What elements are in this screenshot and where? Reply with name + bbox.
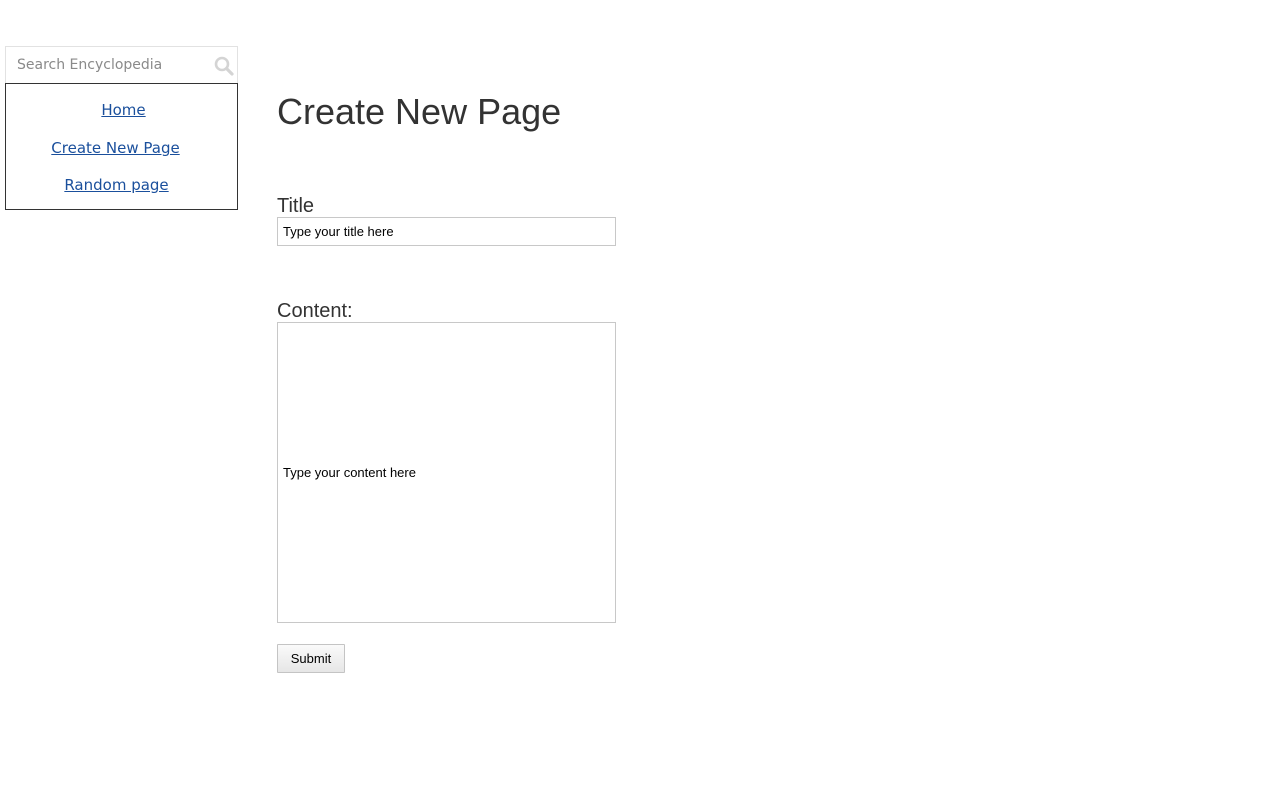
content-text: Type your content here (283, 465, 416, 480)
title-label: Title (277, 195, 315, 217)
search-icon[interactable] (213, 56, 235, 76)
nav-link-create-new-page[interactable]: Create New Page (0, 139, 231, 157)
search-box (5, 46, 238, 83)
title-input[interactable] (277, 217, 616, 246)
submit-button[interactable]: Submit (277, 644, 345, 673)
nav-link-home[interactable]: Home (8, 101, 239, 119)
page-title: Create New Page (277, 91, 562, 132)
content-textarea[interactable]: Type your content here (277, 322, 616, 623)
sidebar-nav: Home Create New Page Random page (5, 83, 238, 210)
search-input[interactable] (6, 47, 206, 83)
nav-link-random-page[interactable]: Random page (1, 176, 232, 194)
content-label: Content: (277, 300, 353, 322)
